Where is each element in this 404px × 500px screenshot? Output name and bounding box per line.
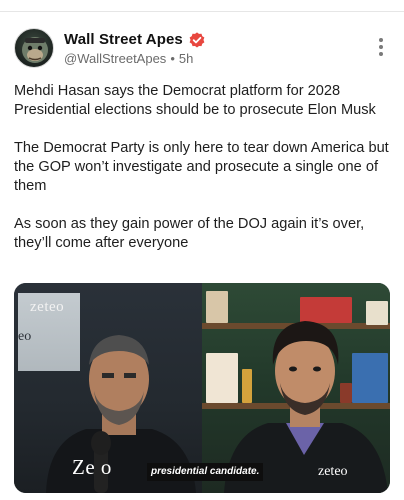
author-name[interactable]: Wall Street Apes xyxy=(64,31,183,48)
author-handle[interactable]: @WallStreetApes xyxy=(64,51,166,66)
avatar[interactable] xyxy=(14,28,54,68)
brand-watermark: eo xyxy=(18,329,32,344)
ape-avatar-icon xyxy=(22,37,48,63)
post-paragraph: As soon as they gain power of the DOJ ag… xyxy=(14,216,369,251)
video-thumbnail[interactable]: zeteo eo Ze o presidential candidate. ze… xyxy=(14,283,390,493)
top-divider xyxy=(0,0,404,12)
brand-watermark: Ze o xyxy=(72,455,112,479)
post-header: Wall Street Apes @WallStreetApes • 5h xyxy=(14,27,390,69)
post-text: Mehdi Hasan says the Democrat platform f… xyxy=(14,82,392,272)
post-paragraph: The Democrat Party is only here to tear … xyxy=(14,140,393,194)
brand-watermark: zeteo xyxy=(318,464,348,479)
more-options-icon[interactable] xyxy=(372,35,390,59)
left-video-panel: zeteo eo Ze o xyxy=(14,283,202,493)
brand-watermark: zeteo xyxy=(30,299,65,315)
post-paragraph: Mehdi Hasan says the Democrat platform f… xyxy=(14,83,376,118)
meta-separator: • xyxy=(170,50,175,66)
video-caption: presidential candidate. xyxy=(147,463,264,481)
post-time[interactable]: 5h xyxy=(179,51,193,66)
verified-badge-icon xyxy=(189,31,205,47)
